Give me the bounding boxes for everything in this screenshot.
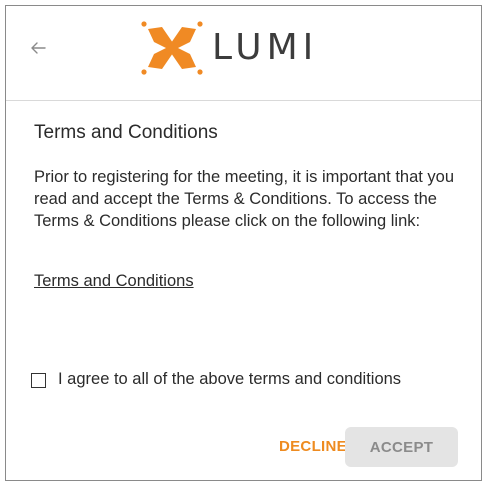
agree-checkbox-row[interactable]: I agree to all of the above terms and co…: [31, 368, 451, 390]
dialog-header: LUMI: [6, 6, 481, 101]
lumi-logo: LUMI: [140, 18, 318, 78]
accept-button[interactable]: ACCEPT: [345, 427, 458, 467]
back-button[interactable]: [26, 36, 50, 60]
arrow-left-icon: [31, 42, 46, 54]
terms-description: Prior to registering for the meeting, it…: [34, 168, 455, 230]
terms-dialog: LUMI Terms and Conditions Prior to regis…: [5, 5, 482, 481]
decline-button[interactable]: DECLINE: [279, 438, 347, 455]
lumi-logo-mark-icon: [141, 21, 203, 75]
dialog-title: Terms and Conditions: [34, 122, 218, 143]
agree-checkbox[interactable]: [31, 373, 46, 388]
logo-text: LUMI: [212, 27, 319, 68]
terms-link[interactable]: Terms and Conditions: [34, 272, 194, 291]
agree-label[interactable]: I agree to all of the above terms and co…: [58, 368, 401, 390]
